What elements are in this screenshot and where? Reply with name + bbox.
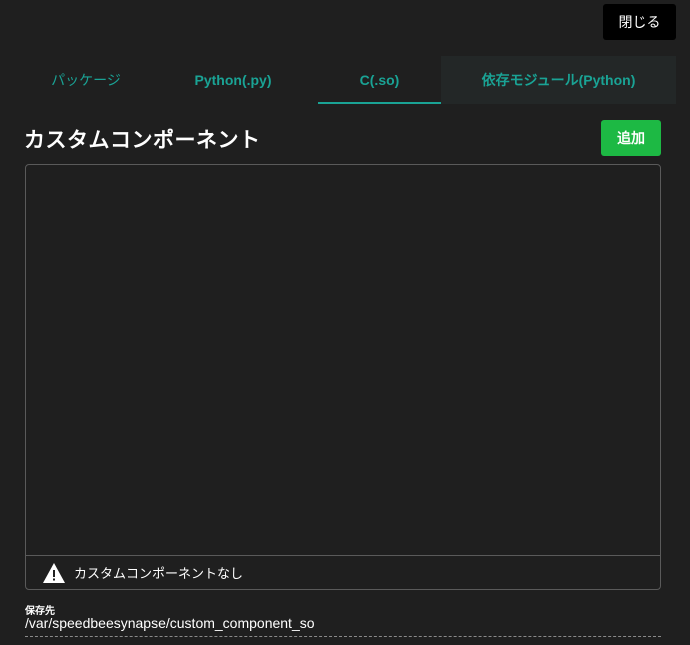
- empty-state-row: カスタムコンポーネントなし: [26, 555, 660, 589]
- component-list-panel: カスタムコンポーネントなし: [25, 164, 661, 590]
- custom-component-dialog: 閉じる パッケージ Python(.py) C(.so) 依存モジュール(Pyt…: [0, 0, 690, 645]
- tab-bar: パッケージ Python(.py) C(.so) 依存モジュール(Python): [24, 56, 676, 104]
- warning-icon: [42, 562, 66, 584]
- tab-dependent-modules-python[interactable]: 依存モジュール(Python): [441, 56, 676, 104]
- save-location-underline: [25, 636, 661, 637]
- empty-message: カスタムコンポーネントなし: [74, 567, 244, 582]
- page-title: カスタムコンポーネント: [24, 128, 261, 152]
- tab-c-so[interactable]: C(.so): [318, 56, 441, 104]
- tab-python-py[interactable]: Python(.py): [148, 56, 318, 104]
- tab-packages[interactable]: パッケージ: [24, 56, 148, 104]
- close-button[interactable]: 閉じる: [603, 4, 676, 40]
- save-location-path: /var/speedbeesynapse/custom_component_so: [25, 615, 315, 631]
- add-button[interactable]: 追加: [601, 120, 661, 156]
